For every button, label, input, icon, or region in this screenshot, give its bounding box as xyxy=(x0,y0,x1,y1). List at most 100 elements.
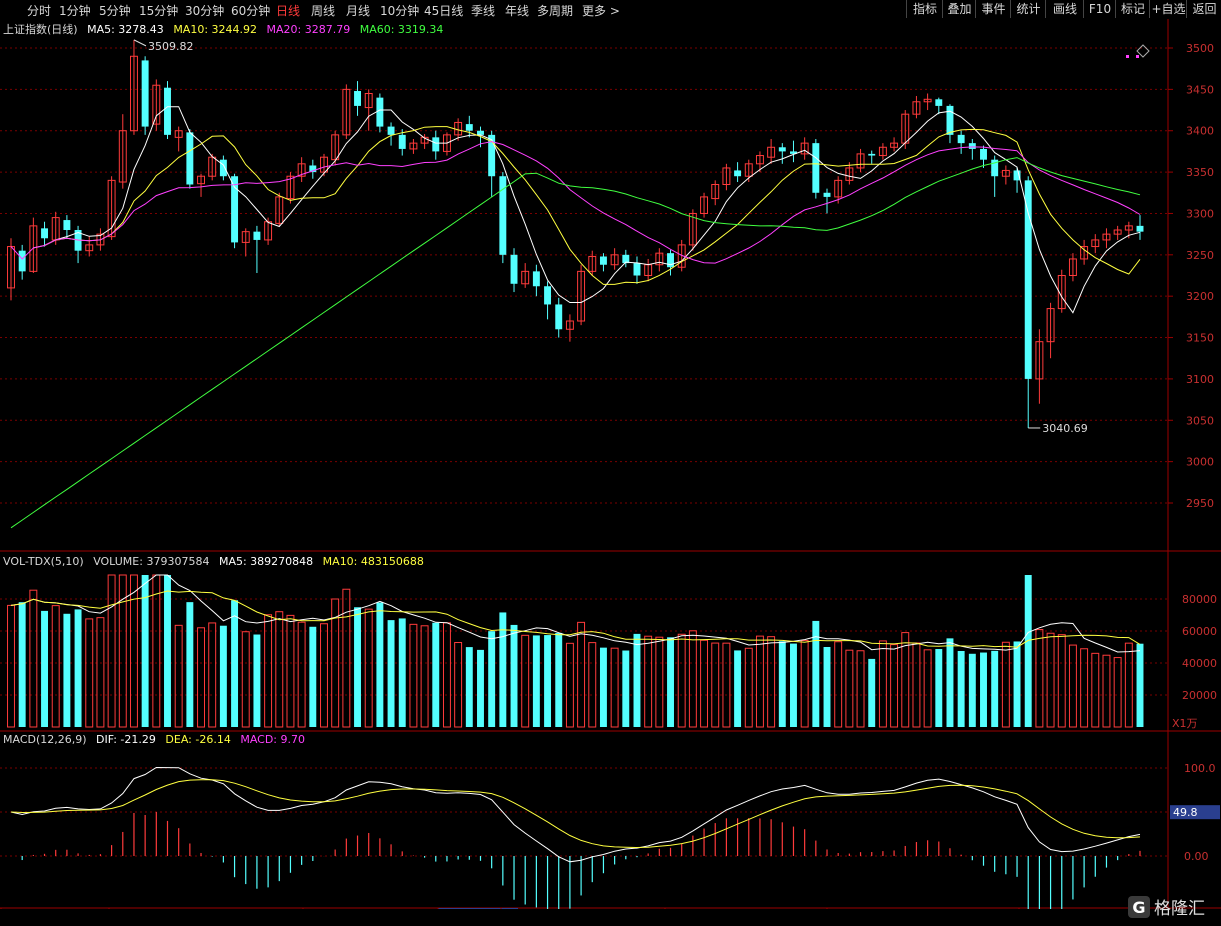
volume-bar xyxy=(588,642,597,728)
volume-bar xyxy=(387,620,395,727)
candle-body xyxy=(219,159,227,177)
period-tab-0[interactable]: 分时 xyxy=(27,2,51,19)
volume-bar xyxy=(1001,641,1010,728)
volume-bar xyxy=(968,653,976,727)
macd-tick-label: 0.00 xyxy=(1184,850,1209,863)
candle-body xyxy=(935,99,943,106)
volume-bar xyxy=(834,641,843,728)
candle-body xyxy=(253,231,261,240)
volume-bar xyxy=(129,574,138,728)
volume-bar xyxy=(231,600,239,727)
toolbar-button-6[interactable]: 标记 xyxy=(1115,0,1150,18)
volume-bar xyxy=(1124,642,1133,728)
candle-body xyxy=(544,286,552,305)
volume-bar xyxy=(1091,652,1100,728)
price-tick-label: 3150 xyxy=(1186,332,1214,345)
period-tab-6[interactable]: 日线 xyxy=(276,2,300,19)
volume-bar xyxy=(845,649,854,728)
toolbar-button-7[interactable]: +自选 xyxy=(1149,0,1187,18)
volume-ma5: MA5: 389270848 xyxy=(218,555,314,568)
period-tab-4[interactable]: 30分钟 xyxy=(185,2,224,19)
high-price-label: 3509.82 xyxy=(148,40,194,53)
volume-bar xyxy=(1046,632,1055,728)
candle-body xyxy=(465,124,473,131)
candle-body xyxy=(868,153,876,156)
volume-bar xyxy=(923,649,932,728)
ma20-value: MA20: 3287.79 xyxy=(266,23,351,36)
period-tab-10[interactable]: 45日线 xyxy=(424,2,463,19)
volume-bar xyxy=(991,650,999,727)
volume-bar xyxy=(63,613,71,727)
volume-bar xyxy=(544,635,552,727)
volume-bar xyxy=(946,638,954,727)
volume-bar xyxy=(744,647,753,728)
volume-bar xyxy=(734,650,742,727)
volume-bar xyxy=(778,641,786,727)
volume-bar xyxy=(856,650,865,728)
low-price-label: 3040.69 xyxy=(1042,422,1088,435)
period-tab-11[interactable]: 季线 xyxy=(471,2,495,19)
candle-body xyxy=(354,91,361,106)
svg-text:G: G xyxy=(1132,898,1145,917)
volume-bar xyxy=(565,642,574,728)
candle-body xyxy=(734,170,742,177)
volume-bar xyxy=(667,637,674,727)
volume-bar xyxy=(555,632,563,727)
volume-bar xyxy=(51,605,60,728)
price-tick-label: 3050 xyxy=(1186,414,1214,427)
candle-body xyxy=(186,132,194,185)
period-tab-7[interactable]: 周线 xyxy=(311,2,335,19)
toolbar-button-3[interactable]: 统计 xyxy=(1010,0,1046,18)
volume-tick-label: 20000 xyxy=(1182,689,1217,702)
gelonghui-logo: G 格隆汇 xyxy=(1126,893,1218,921)
candle-body xyxy=(376,97,384,127)
volume-tick-label: 60000 xyxy=(1182,625,1217,638)
volume-bar xyxy=(610,647,619,728)
volume-bar xyxy=(29,589,38,728)
volume-bar xyxy=(85,618,94,728)
volume-bar xyxy=(1136,643,1144,727)
volume-bar xyxy=(868,658,876,727)
volume-bar xyxy=(1102,654,1111,728)
macd-value: MACD: 9.70 xyxy=(240,733,305,746)
volume-bar xyxy=(432,622,440,727)
volume-bar xyxy=(18,602,26,727)
dea-line xyxy=(10,779,1141,849)
price-tick-label: 3350 xyxy=(1186,166,1214,179)
volume-bar xyxy=(286,614,295,728)
period-tab-1[interactable]: 1分钟 xyxy=(59,2,91,19)
toolbar-button-5[interactable]: F10 xyxy=(1083,0,1116,18)
toolbar-button-2[interactable]: 事件 xyxy=(975,0,1011,18)
ma5-line xyxy=(33,106,1141,314)
toolbar-button-0[interactable]: 指标 xyxy=(906,0,943,18)
period-tab-5[interactable]: 60分钟 xyxy=(231,2,270,19)
ma60-value: MA60: 3319.34 xyxy=(359,23,444,36)
volume-bar xyxy=(398,618,406,727)
candle-body xyxy=(968,143,976,149)
candle-body xyxy=(141,60,149,127)
period-tab-13[interactable]: 多周期 xyxy=(537,2,573,19)
candle-body xyxy=(980,148,987,160)
volume-ma10: MA10: 483150688 xyxy=(322,555,424,568)
volume-bar xyxy=(599,647,607,727)
period-tab-3[interactable]: 15分钟 xyxy=(139,2,178,19)
candle-body xyxy=(823,192,831,197)
volume-bar xyxy=(253,634,261,727)
period-tab-2[interactable]: 5分钟 xyxy=(99,2,131,19)
toolbar-button-1[interactable]: 叠加 xyxy=(942,0,976,18)
period-tab-14[interactable]: 更多 > xyxy=(582,2,620,19)
volume-bar xyxy=(96,617,105,728)
candle-body xyxy=(41,228,48,239)
volume-bar xyxy=(342,588,351,728)
period-tab-8[interactable]: 月线 xyxy=(346,2,370,19)
dot-icon xyxy=(1126,55,1129,58)
volume-bar xyxy=(208,622,217,728)
toolbar-button-8[interactable]: 返回 xyxy=(1186,0,1221,18)
period-tab-12[interactable]: 年线 xyxy=(505,2,529,19)
volume-bar xyxy=(510,624,518,727)
price-tick-label: 2950 xyxy=(1186,497,1214,510)
volume-bar xyxy=(477,649,484,727)
toolbar-button-4[interactable]: 画线 xyxy=(1045,0,1084,18)
candle-body xyxy=(477,130,484,135)
period-tab-9[interactable]: 10分钟 xyxy=(380,2,419,19)
